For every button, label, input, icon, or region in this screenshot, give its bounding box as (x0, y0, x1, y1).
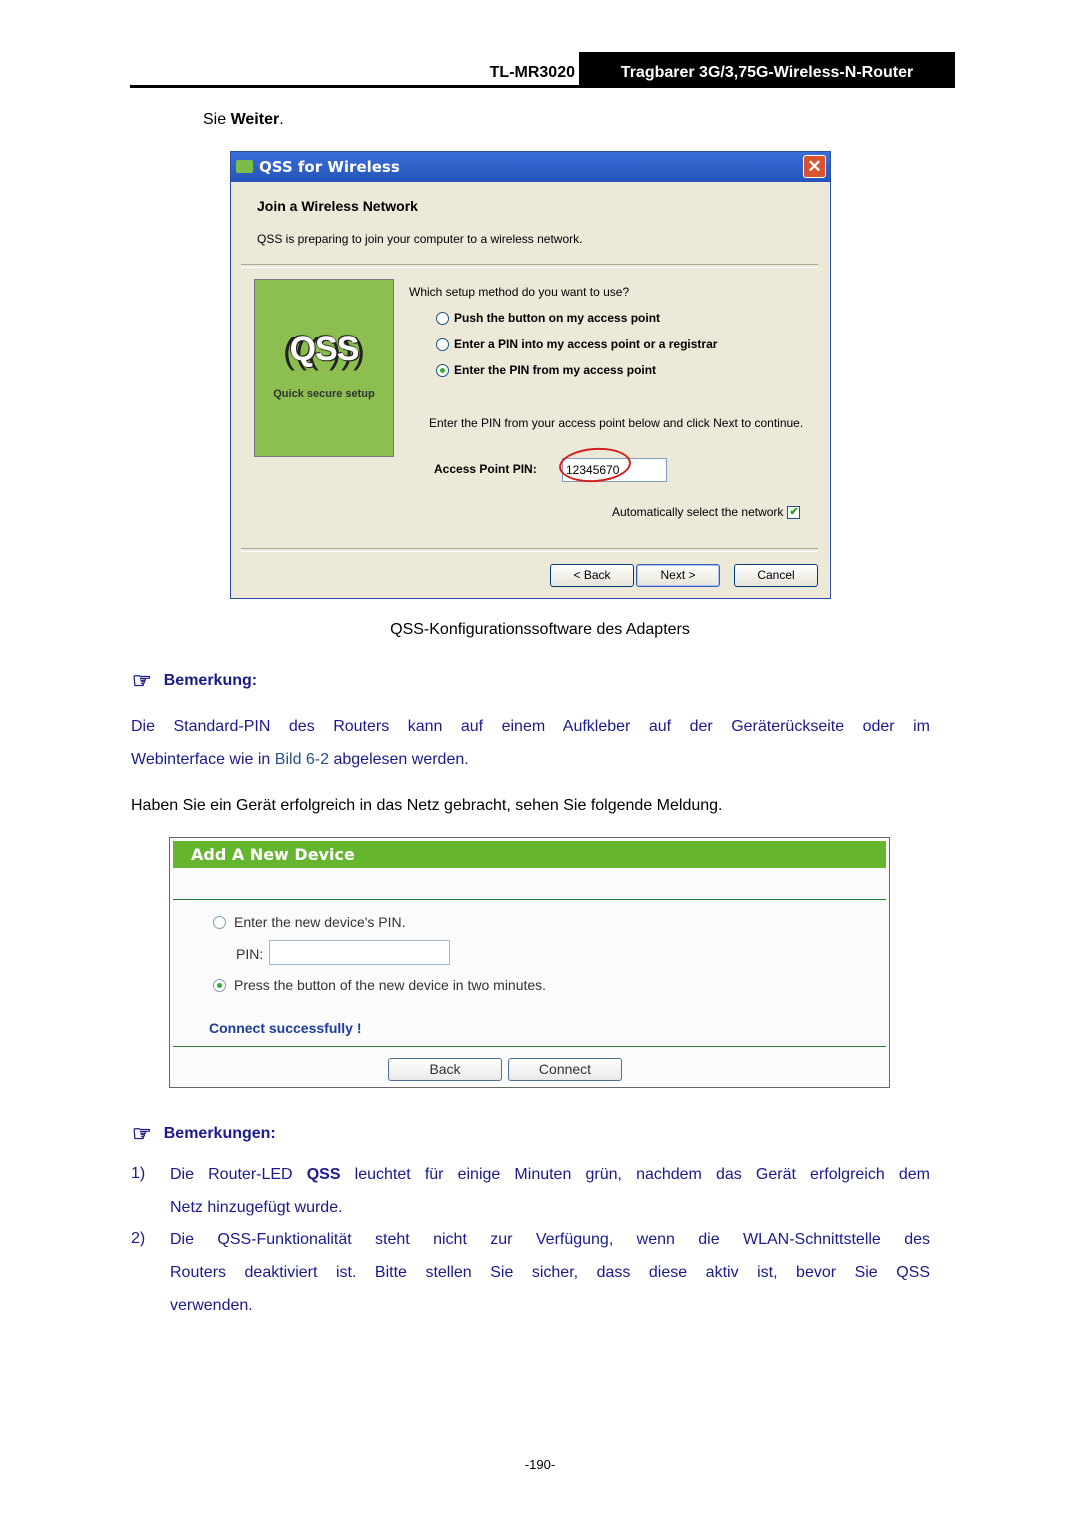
figure-caption: QSS-Konfigurationssoftware des Adapters (390, 621, 690, 638)
radio-button-selected[interactable] (436, 363, 449, 377)
panel-divider (173, 899, 886, 900)
connect-button[interactable]: Connect (508, 1058, 622, 1081)
cancel-button[interactable]: Cancel (734, 564, 818, 587)
qss-app-icon (236, 160, 253, 173)
option-press-button[interactable]: Press the button of the new device in tw… (213, 977, 546, 993)
option-push-button[interactable]: Push the button on my access point (436, 311, 660, 325)
pin-instruction: Enter the PIN from your access point bel… (429, 416, 804, 430)
radio-button-selected[interactable] (213, 978, 226, 992)
dialog-title: QSS for Wireless (259, 158, 400, 176)
option-enter-pin-into-ap[interactable]: Enter a PIN into my access point or a re… (436, 337, 717, 351)
add-device-panel: Add A New Device Enter the new device's … (169, 837, 890, 1088)
setup-question: Which setup method do you want to use? (409, 285, 630, 299)
close-icon[interactable]: ✕ (803, 155, 826, 178)
note-heading: ☞ Bemerkung: (132, 668, 258, 693)
qss-dialog: QSS for Wireless ✕ Join a Wireless Netwo… (230, 151, 831, 599)
dialog-divider (241, 548, 818, 552)
next-button[interactable]: Next > (636, 564, 720, 587)
list-item-1-line1: Die Router-LED QSS leuchtet für einige M… (170, 1166, 931, 1183)
option-enter-device-pin[interactable]: Enter the new device's PIN. (213, 914, 406, 930)
note-text-line2: Webinterface wie in Bild 6-2 abgelesen w… (131, 751, 469, 768)
header-product: Tragbarer 3G/3,75G-Wireless-N-Router (579, 52, 955, 88)
connection-status: Connect successfully ! (209, 1020, 362, 1036)
option-enter-pin-from-ap[interactable]: Enter the PIN from my access point (436, 363, 656, 377)
intro-text: Sie Weiter. (203, 111, 284, 128)
list-item-2-line3: verwenden. (170, 1297, 253, 1314)
notes-heading: ☞ Bemerkungen: (132, 1121, 276, 1146)
panel-title: Add A New Device (173, 841, 886, 868)
dialog-subtitle: QSS is preparing to join your computer t… (257, 232, 583, 246)
page-number: -190- (524, 1457, 556, 1472)
qss-logo-word: QSS (289, 330, 360, 368)
dialog-heading: Join a Wireless Network (257, 198, 418, 214)
list-number: 1) (131, 1165, 146, 1182)
figure-link[interactable]: Bild 6-2 (275, 751, 329, 768)
list-item-1-line2: Netz hinzugefügt wurde. (170, 1199, 343, 1216)
pointing-hand-icon: ☞ (132, 668, 152, 693)
qss-logo: ((( ))) QSS Quick secure setup (254, 279, 394, 457)
back-button[interactable]: < Back (550, 564, 634, 587)
intro-bold: Weiter (230, 111, 280, 128)
device-pin-input[interactable] (269, 940, 450, 965)
panel-divider (173, 1046, 886, 1047)
radio-button[interactable] (436, 337, 449, 351)
dialog-divider (241, 264, 818, 268)
auto-select-network[interactable]: Automatically select the network ✔ (612, 505, 801, 519)
header-model: TL-MR3020 (489, 64, 575, 81)
pointing-hand-icon: ☞ (132, 1121, 152, 1146)
list-item-2-line2: Routers deaktiviert ist. Bitte stellen S… (170, 1264, 930, 1281)
body-paragraph: Haben Sie ein Gerät erfolgreich in das N… (131, 797, 723, 814)
radio-button[interactable] (436, 311, 449, 325)
note-text-line1: Die Standard-PIN des Routers kann auf ei… (131, 718, 930, 735)
back-button[interactable]: Back (388, 1058, 502, 1081)
qss-logo-caption: Quick secure setup (273, 388, 375, 400)
auto-select-checkbox[interactable]: ✔ (787, 505, 801, 519)
dialog-titlebar: QSS for Wireless ✕ (231, 152, 830, 182)
page-header: TL-MR3020 Tragbarer 3G/3,75G-Wireless-N-… (130, 52, 955, 88)
radio-button[interactable] (213, 915, 226, 929)
access-point-pin-label: Access Point PIN: (434, 462, 537, 476)
list-item-2-line1: Die QSS-Funktionalität steht nicht zur V… (170, 1231, 930, 1248)
pin-label: PIN: (236, 946, 264, 962)
list-number: 2) (131, 1230, 146, 1247)
